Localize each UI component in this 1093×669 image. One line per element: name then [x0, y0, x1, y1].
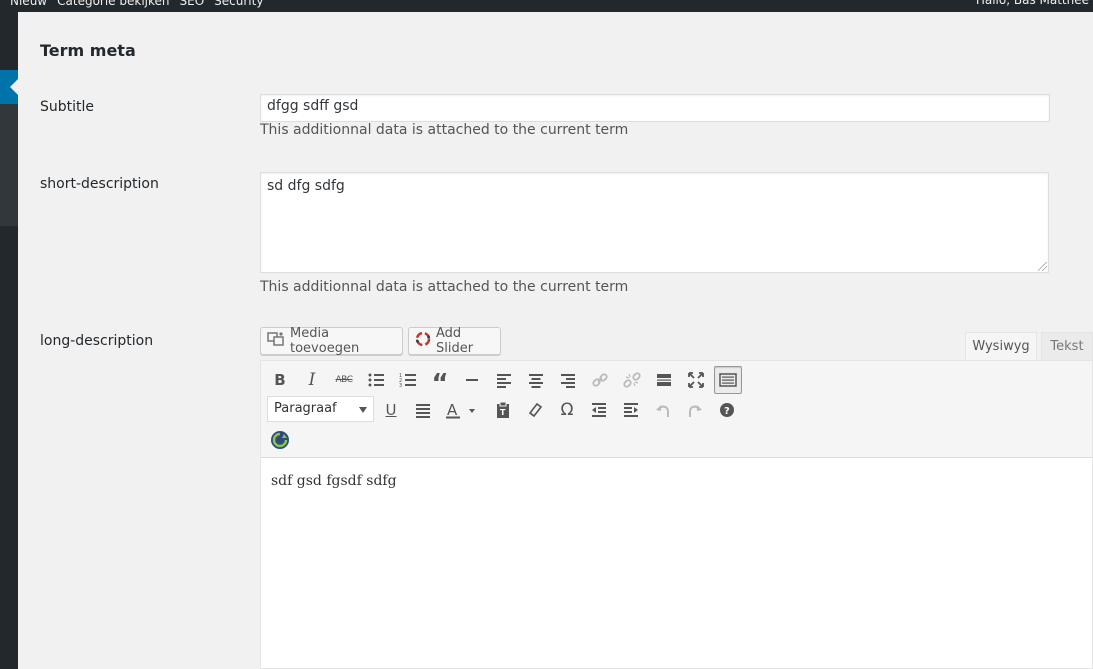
undo-icon[interactable]: [649, 396, 677, 424]
admin-submenu[interactable]: [0, 104, 18, 226]
justify-icon[interactable]: [409, 396, 437, 424]
align-center-icon[interactable]: [522, 366, 550, 394]
admin-bar-left: Nieuw Categorie bekijken SEO Security: [0, 0, 263, 9]
admin-bar-security[interactable]: Security: [214, 0, 263, 8]
tab-wysiwyg[interactable]: Wysiwyg: [965, 332, 1037, 360]
toolbar-toggle-icon[interactable]: [714, 366, 742, 394]
help-icon[interactable]: ?: [713, 396, 741, 424]
paste-text-icon[interactable]: T: [489, 396, 517, 424]
admin-bar-new[interactable]: Nieuw: [10, 0, 47, 8]
blockquote-icon[interactable]: “: [426, 366, 454, 397]
fullscreen-icon[interactable]: [682, 366, 710, 394]
indent-icon[interactable]: [617, 396, 645, 424]
horizontal-line-icon[interactable]: [458, 366, 486, 394]
special-character-icon[interactable]: Ω: [553, 396, 581, 424]
subtitle-description: This additionnal data is attached to the…: [260, 122, 629, 138]
svg-text:T: T: [500, 408, 506, 417]
unlink-icon[interactable]: [618, 366, 646, 394]
svg-text:A: A: [447, 401, 458, 419]
text-color-icon[interactable]: A: [441, 396, 481, 424]
long-description-editor[interactable]: B I ABC 123 “ Paragraaf U A T Ω ? sdf gs…: [260, 360, 1093, 669]
bold-icon[interactable]: B: [266, 366, 294, 394]
short-description-textarea[interactable]: sd dfg sdfg: [260, 172, 1049, 273]
resize-handle[interactable]: [1038, 262, 1047, 271]
chevron-down-icon: [359, 407, 367, 413]
short-description-description: This additionnal data is attached to the…: [260, 279, 629, 295]
admin-bar-account[interactable]: Hallo, Bas Matthee: [976, 0, 1089, 9]
add-media-label: Media toevoegen: [290, 326, 360, 356]
admin-bar: Nieuw Categorie bekijken SEO Security Ha…: [0, 0, 1093, 12]
long-description-label: long-description: [40, 333, 154, 349]
clear-formatting-icon[interactable]: [521, 396, 549, 424]
admin-bar-view-category[interactable]: Categorie bekijken: [57, 0, 169, 8]
slider-icon: [415, 331, 431, 351]
admin-menu: [0, 12, 18, 669]
paragraph-format-select[interactable]: Paragraaf: [267, 396, 374, 422]
svg-text:3: 3: [399, 383, 402, 389]
short-description-label: short-description: [40, 176, 159, 192]
admin-bar-seo[interactable]: SEO: [180, 0, 205, 8]
link-icon[interactable]: [586, 366, 614, 394]
outdent-icon[interactable]: [585, 396, 613, 424]
add-slider-label: Add Slider: [436, 326, 474, 356]
redo-icon[interactable]: [681, 396, 709, 424]
strikethrough-icon[interactable]: ABC: [330, 366, 358, 394]
editor-toolbar: B I ABC 123 “ Paragraaf U A T Ω ?: [261, 361, 1092, 458]
underline-icon[interactable]: U: [377, 396, 405, 424]
subtitle-input[interactable]: dfgg sdff gsd: [260, 94, 1050, 122]
svg-text:?: ?: [724, 406, 730, 417]
tab-text[interactable]: Tekst: [1041, 332, 1093, 360]
add-media-button[interactable]: Media toevoegen: [260, 326, 403, 356]
plugin-refresh-icon[interactable]: [266, 426, 294, 454]
editor-content[interactable]: sdf gsd fgsdf sdfg: [271, 473, 397, 489]
align-right-icon[interactable]: [554, 366, 582, 394]
italic-icon[interactable]: I: [298, 366, 326, 394]
numbered-list-icon[interactable]: 123: [394, 366, 422, 394]
bullet-list-icon[interactable]: [362, 366, 390, 394]
align-left-icon[interactable]: [490, 366, 518, 394]
add-slider-button[interactable]: Add Slider: [408, 326, 501, 356]
admin-menu-current-arrow: [10, 79, 18, 95]
subtitle-label: Subtitle: [40, 99, 95, 115]
section-title: Term meta: [40, 41, 136, 60]
short-description-value: sd dfg sdfg: [267, 178, 345, 194]
media-icon: [267, 331, 285, 351]
paragraph-format-value: Paragraaf: [274, 401, 337, 416]
read-more-icon[interactable]: [650, 366, 678, 394]
